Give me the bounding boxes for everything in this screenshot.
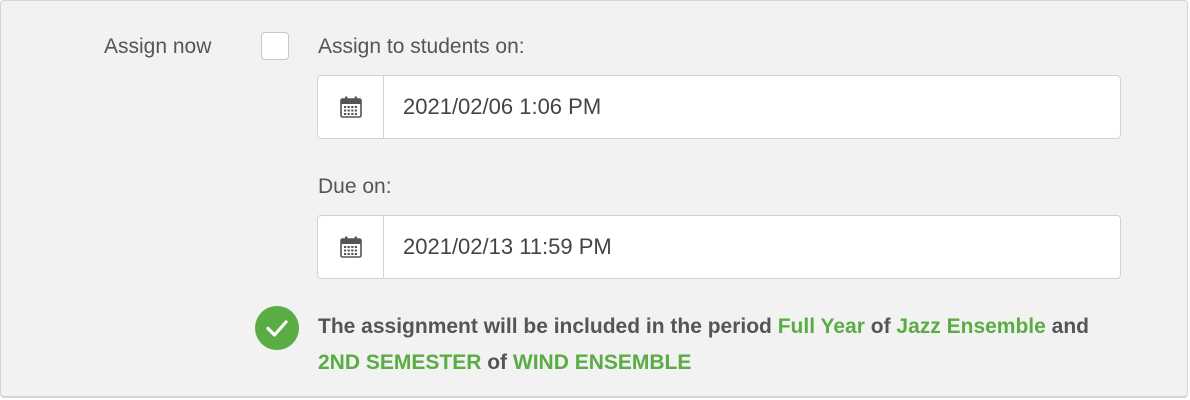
calendar-icon [339,236,362,258]
assignment-schedule-panel: Assign now Assign to students on: 2021/0… [0,0,1188,398]
assign-date-label: Assign to students on: [318,35,525,58]
message-and: and [1051,315,1090,338]
assign-date-calendar-button[interactable] [318,76,384,138]
message-of-1: of [870,315,891,338]
due-date-field[interactable]: 2021/02/13 11:59 PM [317,215,1121,279]
due-date-calendar-button[interactable] [318,216,384,278]
class-name-2: WIND ENSEMBLE [512,351,692,374]
class-name-1: Jazz Ensemble [896,315,1046,338]
due-date-value[interactable]: 2021/02/13 11:59 PM [384,234,612,260]
period-inclusion-message: The assignment will be included in the p… [318,309,1118,381]
assign-date-value[interactable]: 2021/02/06 1:06 PM [384,94,601,120]
period-name-1: Full Year [777,315,865,338]
message-of-2: of [487,351,508,374]
period-name-2: 2ND SEMESTER [318,351,482,374]
assign-now-label: Assign now [104,35,212,58]
due-date-label: Due on: [318,175,392,198]
calendar-icon [339,96,362,118]
check-circle-icon [255,306,299,350]
assign-now-checkbox[interactable] [261,32,289,60]
assign-date-field[interactable]: 2021/02/06 1:06 PM [317,75,1121,139]
message-prefix: The assignment will be included in the p… [318,315,772,338]
